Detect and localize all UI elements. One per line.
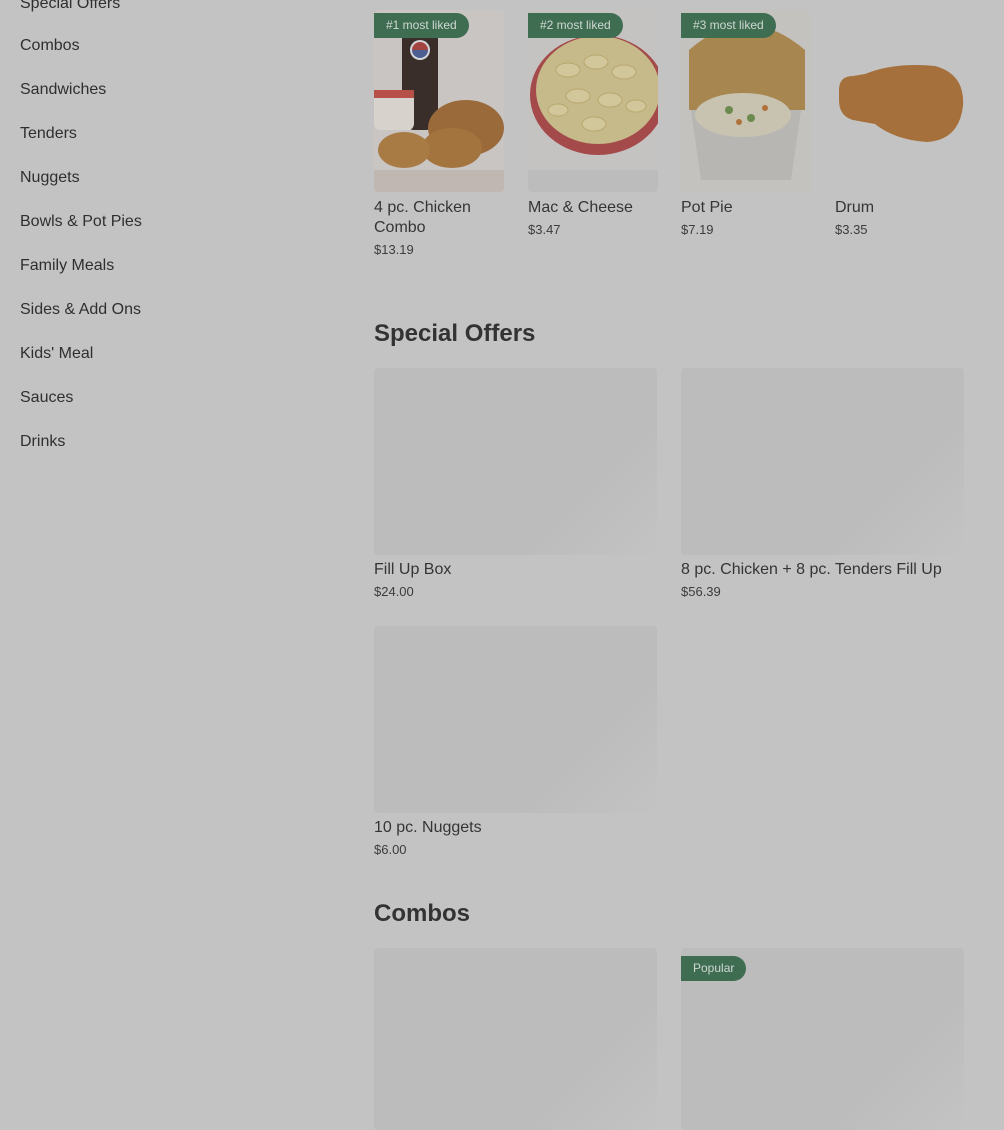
- popular-badge: Popular: [681, 956, 747, 981]
- item-price: $24.00: [374, 584, 414, 599]
- item-image-placeholder: [681, 368, 964, 555]
- drum-image: [835, 10, 965, 192]
- item-name: 10 pc. Nuggets: [374, 819, 482, 836]
- item-image-placeholder: [374, 626, 657, 813]
- sidebar-item-sauces[interactable]: Sauces: [20, 388, 73, 408]
- sidebar-item-tenders[interactable]: Tenders: [20, 124, 77, 144]
- item-name: Fill Up Box: [374, 561, 452, 578]
- section-title-combos: Combos: [374, 900, 470, 927]
- item-image: [835, 10, 965, 192]
- item-name-line-2: Combo: [374, 219, 426, 236]
- section-title-special-offers: Special Offers: [374, 320, 536, 347]
- sidebar-item-sandwiches[interactable]: Sandwiches: [20, 80, 106, 100]
- sidebar-item-combos[interactable]: Combos: [20, 36, 80, 56]
- item-price: $7.19: [681, 222, 714, 237]
- item-price: $13.19: [374, 242, 414, 257]
- item-price: $3.47: [528, 222, 561, 237]
- sidebar-item-family-meals[interactable]: Family Meals: [20, 256, 114, 276]
- item-name: Mac & Cheese: [528, 199, 633, 216]
- item-price: $6.00: [374, 842, 407, 857]
- item-image-placeholder: [374, 368, 657, 555]
- sidebar-item-sides-add-ons[interactable]: Sides & Add Ons: [20, 300, 141, 320]
- sidebar-item-nuggets[interactable]: Nuggets: [20, 168, 80, 188]
- item-image-placeholder: [374, 948, 657, 1130]
- most-liked-badge: #2 most liked: [528, 13, 623, 38]
- item-name: 4 pc. Chicken Combo: [374, 198, 471, 238]
- sidebar-item-kids-meal[interactable]: Kids' Meal: [20, 344, 93, 364]
- sidebar-item-drinks[interactable]: Drinks: [20, 432, 65, 452]
- item-price: $3.35: [835, 222, 868, 237]
- sidebar-item-special-offers[interactable]: Special Offers: [20, 0, 120, 14]
- sidebar-item-bowls-pot-pies[interactable]: Bowls & Pot Pies: [20, 212, 142, 232]
- item-name: Drum: [835, 199, 875, 216]
- item-name: Pot Pie: [681, 199, 733, 216]
- item-name: 8 pc. Chicken + 8 pc. Tenders Fill Up: [681, 561, 942, 578]
- most-liked-badge: #1 most liked: [374, 13, 469, 38]
- most-liked-badge: #3 most liked: [681, 13, 776, 38]
- item-price: $56.39: [681, 584, 721, 599]
- item-name-line-1: 4 pc. Chicken: [374, 199, 471, 216]
